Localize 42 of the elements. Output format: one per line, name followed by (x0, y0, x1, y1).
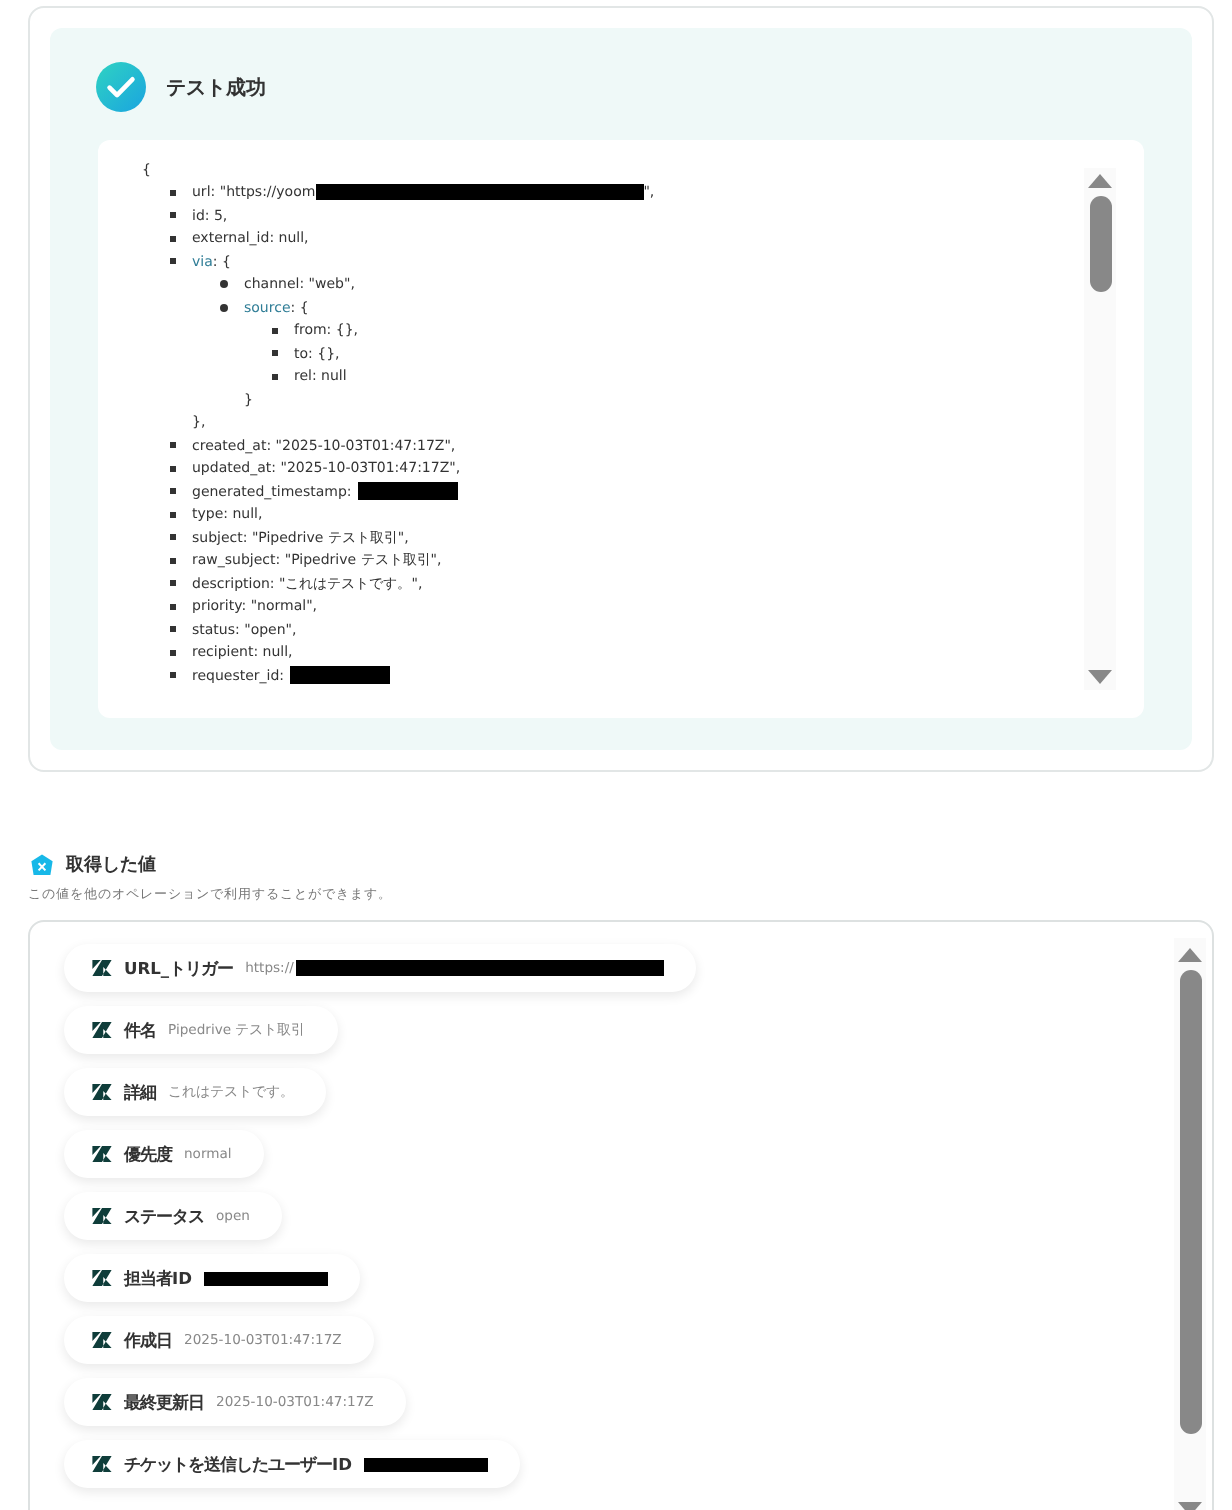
bullet-icon (170, 442, 176, 449)
scroll-up-icon[interactable] (1178, 948, 1202, 962)
bullet-icon (170, 212, 176, 219)
bullet-icon (170, 557, 176, 564)
scroll-up-icon[interactable] (1088, 174, 1112, 188)
bullet-icon (170, 534, 176, 541)
z-logo-icon (92, 1456, 112, 1472)
bullet-icon (170, 189, 176, 196)
z-logo-icon (92, 1022, 112, 1038)
z-logo-icon (92, 1394, 112, 1410)
z-logo-icon (92, 1084, 112, 1100)
bullet-icon (170, 235, 176, 242)
z-logo-icon (92, 1208, 112, 1224)
hexagon-icon (30, 853, 54, 877)
bullet-icon (170, 465, 176, 472)
z-logo-icon (92, 960, 112, 976)
bullet-icon (170, 603, 176, 610)
scrollbar[interactable] (1174, 938, 1206, 1510)
bullet-icon (170, 258, 176, 265)
scrollbar[interactable] (1084, 168, 1116, 690)
z-logo-icon (92, 1270, 112, 1286)
scroll-thumb[interactable] (1089, 196, 1111, 292)
value-chip[interactable]: チケットを送信したユーザーID (64, 1440, 520, 1488)
bullet-icon (170, 626, 176, 633)
bullet-icon (170, 649, 176, 656)
bullet-icon (170, 580, 176, 587)
z-logo-icon (92, 1146, 112, 1162)
bullet-icon (220, 303, 228, 312)
value-chip[interactable]: 担当者ID (64, 1254, 360, 1302)
z-logo-icon (92, 1332, 112, 1348)
bullet-icon (272, 373, 278, 380)
bullet-icon (170, 488, 176, 495)
bullet-icon (170, 511, 176, 518)
bullet-icon (272, 350, 278, 357)
section-title: 取得した値 (66, 853, 156, 878)
scroll-down-icon[interactable] (1088, 670, 1112, 684)
status-title: テスト成功 (166, 75, 266, 101)
bullet-icon (272, 327, 278, 334)
scroll-thumb[interactable] (1179, 970, 1201, 1434)
check-icon (96, 62, 146, 112)
bullet-icon (220, 280, 228, 289)
bullet-icon (170, 672, 176, 679)
